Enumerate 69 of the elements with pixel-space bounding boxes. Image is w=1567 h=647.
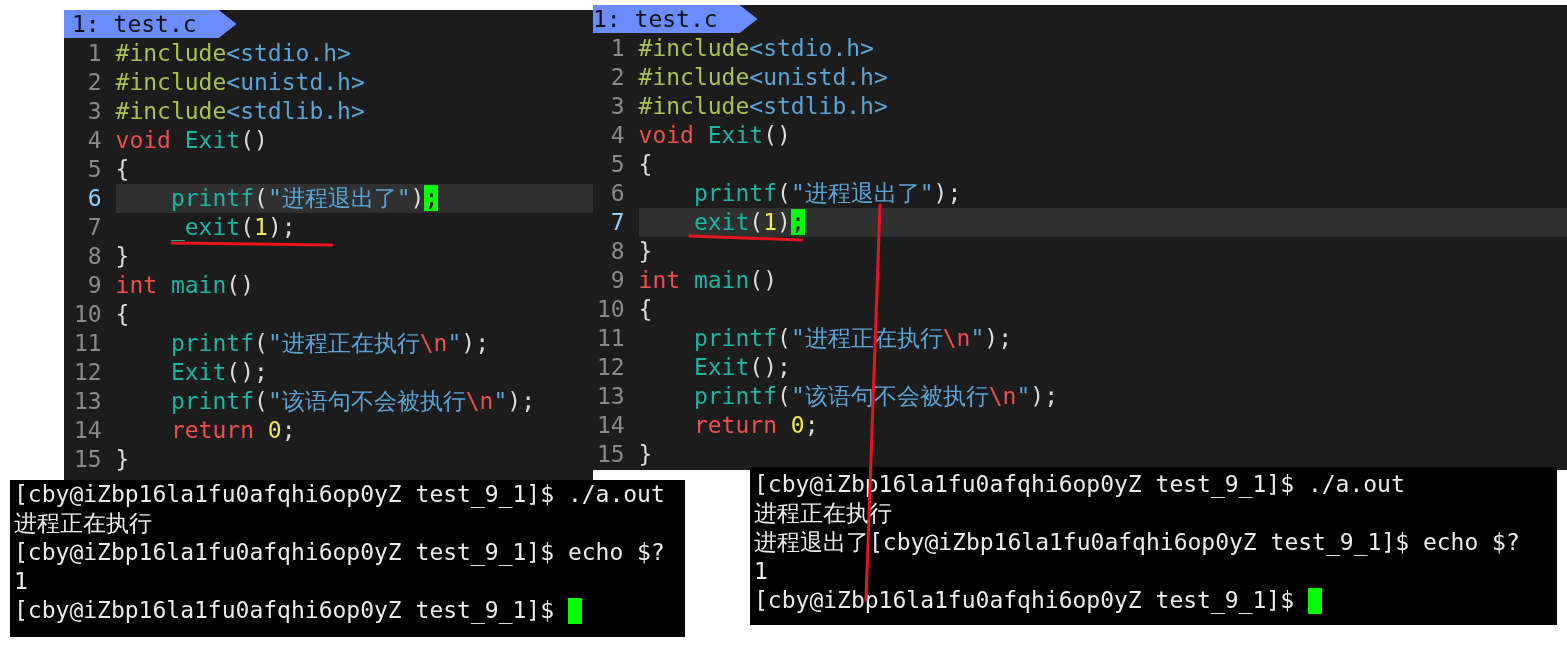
code-line: return 0; bbox=[169, 416, 296, 445]
terminal-line: 1 bbox=[14, 567, 28, 596]
code-line: printf("进程正在执行\n"); bbox=[169, 329, 489, 358]
code-line: #include<stdio.h> bbox=[115, 39, 351, 68]
line-number: 15 bbox=[596, 440, 626, 469]
code-line: #include<unistd.h> bbox=[115, 68, 365, 97]
line-number: 7 bbox=[86, 213, 103, 242]
code-line: printf("进程退出了"); bbox=[692, 179, 962, 208]
line-number: 8 bbox=[609, 237, 626, 266]
line-number: 4 bbox=[86, 126, 103, 155]
line-number: 15 bbox=[73, 445, 103, 474]
line-number: 5 bbox=[86, 155, 103, 184]
code-line: printf("该语句不会被执行\n"); bbox=[169, 387, 535, 416]
terminal-line: [cby@iZbp16la1fu0afqhi6op0yZ test_9_1]$ bbox=[14, 596, 556, 625]
line-number: 6 bbox=[86, 184, 103, 213]
line-number: 10 bbox=[73, 300, 103, 329]
terminal-line: 1 bbox=[754, 557, 768, 586]
code-line: return 0; bbox=[692, 411, 819, 440]
code-line: #include<stdlib.h> bbox=[638, 92, 888, 121]
code-line: exit(1); bbox=[692, 208, 805, 237]
code-line: { bbox=[115, 300, 130, 329]
code-line: } bbox=[638, 440, 653, 469]
terminal-line: 进程退出了[cby@iZbp16la1fu0afqhi6op0yZ test_9_1]$ echo $? bbox=[754, 528, 1520, 557]
file-tab[interactable]: 1: test.c bbox=[64, 10, 237, 38]
line-number: 12 bbox=[73, 358, 103, 387]
code-line: } bbox=[638, 237, 653, 266]
line-number: 11 bbox=[596, 324, 626, 353]
code-line: int main() bbox=[115, 271, 255, 300]
code-line: #include<unistd.h> bbox=[638, 63, 888, 92]
terminal-line: 进程正在执行 bbox=[14, 509, 152, 538]
line-number: 7 bbox=[609, 208, 626, 237]
line-number: 9 bbox=[86, 271, 103, 300]
terminal-line: [cby@iZbp16la1fu0afqhi6op0yZ test_9_1]$ bbox=[754, 586, 1296, 615]
line-number: 13 bbox=[73, 387, 103, 416]
code-line: void Exit() bbox=[638, 121, 791, 150]
line-number: 14 bbox=[596, 411, 626, 440]
line-number: 4 bbox=[609, 121, 626, 150]
code-line: printf("进程退出了"); bbox=[169, 184, 439, 213]
line-number: 6 bbox=[609, 179, 626, 208]
terminal-line: 进程正在执行 bbox=[754, 499, 892, 528]
line-number: 12 bbox=[596, 353, 626, 382]
line-number: 9 bbox=[609, 266, 626, 295]
line-number: 3 bbox=[609, 92, 626, 121]
line-number: 3 bbox=[86, 97, 103, 126]
code-line: #include<stdio.h> bbox=[638, 34, 874, 63]
code-line: _exit(1); bbox=[169, 213, 296, 242]
line-number: 2 bbox=[609, 63, 626, 92]
code-line: { bbox=[115, 155, 130, 184]
line-number: 14 bbox=[73, 416, 103, 445]
line-number: 8 bbox=[86, 242, 103, 271]
line-number: 11 bbox=[73, 329, 103, 358]
file-tab[interactable]: 1: test.c bbox=[593, 5, 758, 33]
code-line: #include<stdlib.h> bbox=[115, 97, 365, 126]
line-number: 1 bbox=[609, 34, 626, 63]
code-line: void Exit() bbox=[115, 126, 268, 155]
terminal-line: [cby@iZbp16la1fu0afqhi6op0yZ test_9_1]$ ./a.out bbox=[14, 480, 665, 509]
code-line: Exit(); bbox=[692, 353, 791, 382]
line-number: 1 bbox=[86, 39, 103, 68]
code-line: { bbox=[638, 150, 653, 179]
code-line: } bbox=[115, 445, 130, 474]
code-line: } bbox=[115, 242, 130, 271]
terminal-line: [cby@iZbp16la1fu0afqhi6op0yZ test_9_1]$ echo $? bbox=[14, 538, 665, 567]
line-number: 13 bbox=[596, 382, 626, 411]
code-line: { bbox=[638, 295, 653, 324]
code-line: int main() bbox=[638, 266, 778, 295]
line-number: 2 bbox=[86, 68, 103, 97]
code-line: Exit(); bbox=[169, 358, 268, 387]
line-number: 10 bbox=[596, 295, 626, 324]
line-number: 5 bbox=[609, 150, 626, 179]
